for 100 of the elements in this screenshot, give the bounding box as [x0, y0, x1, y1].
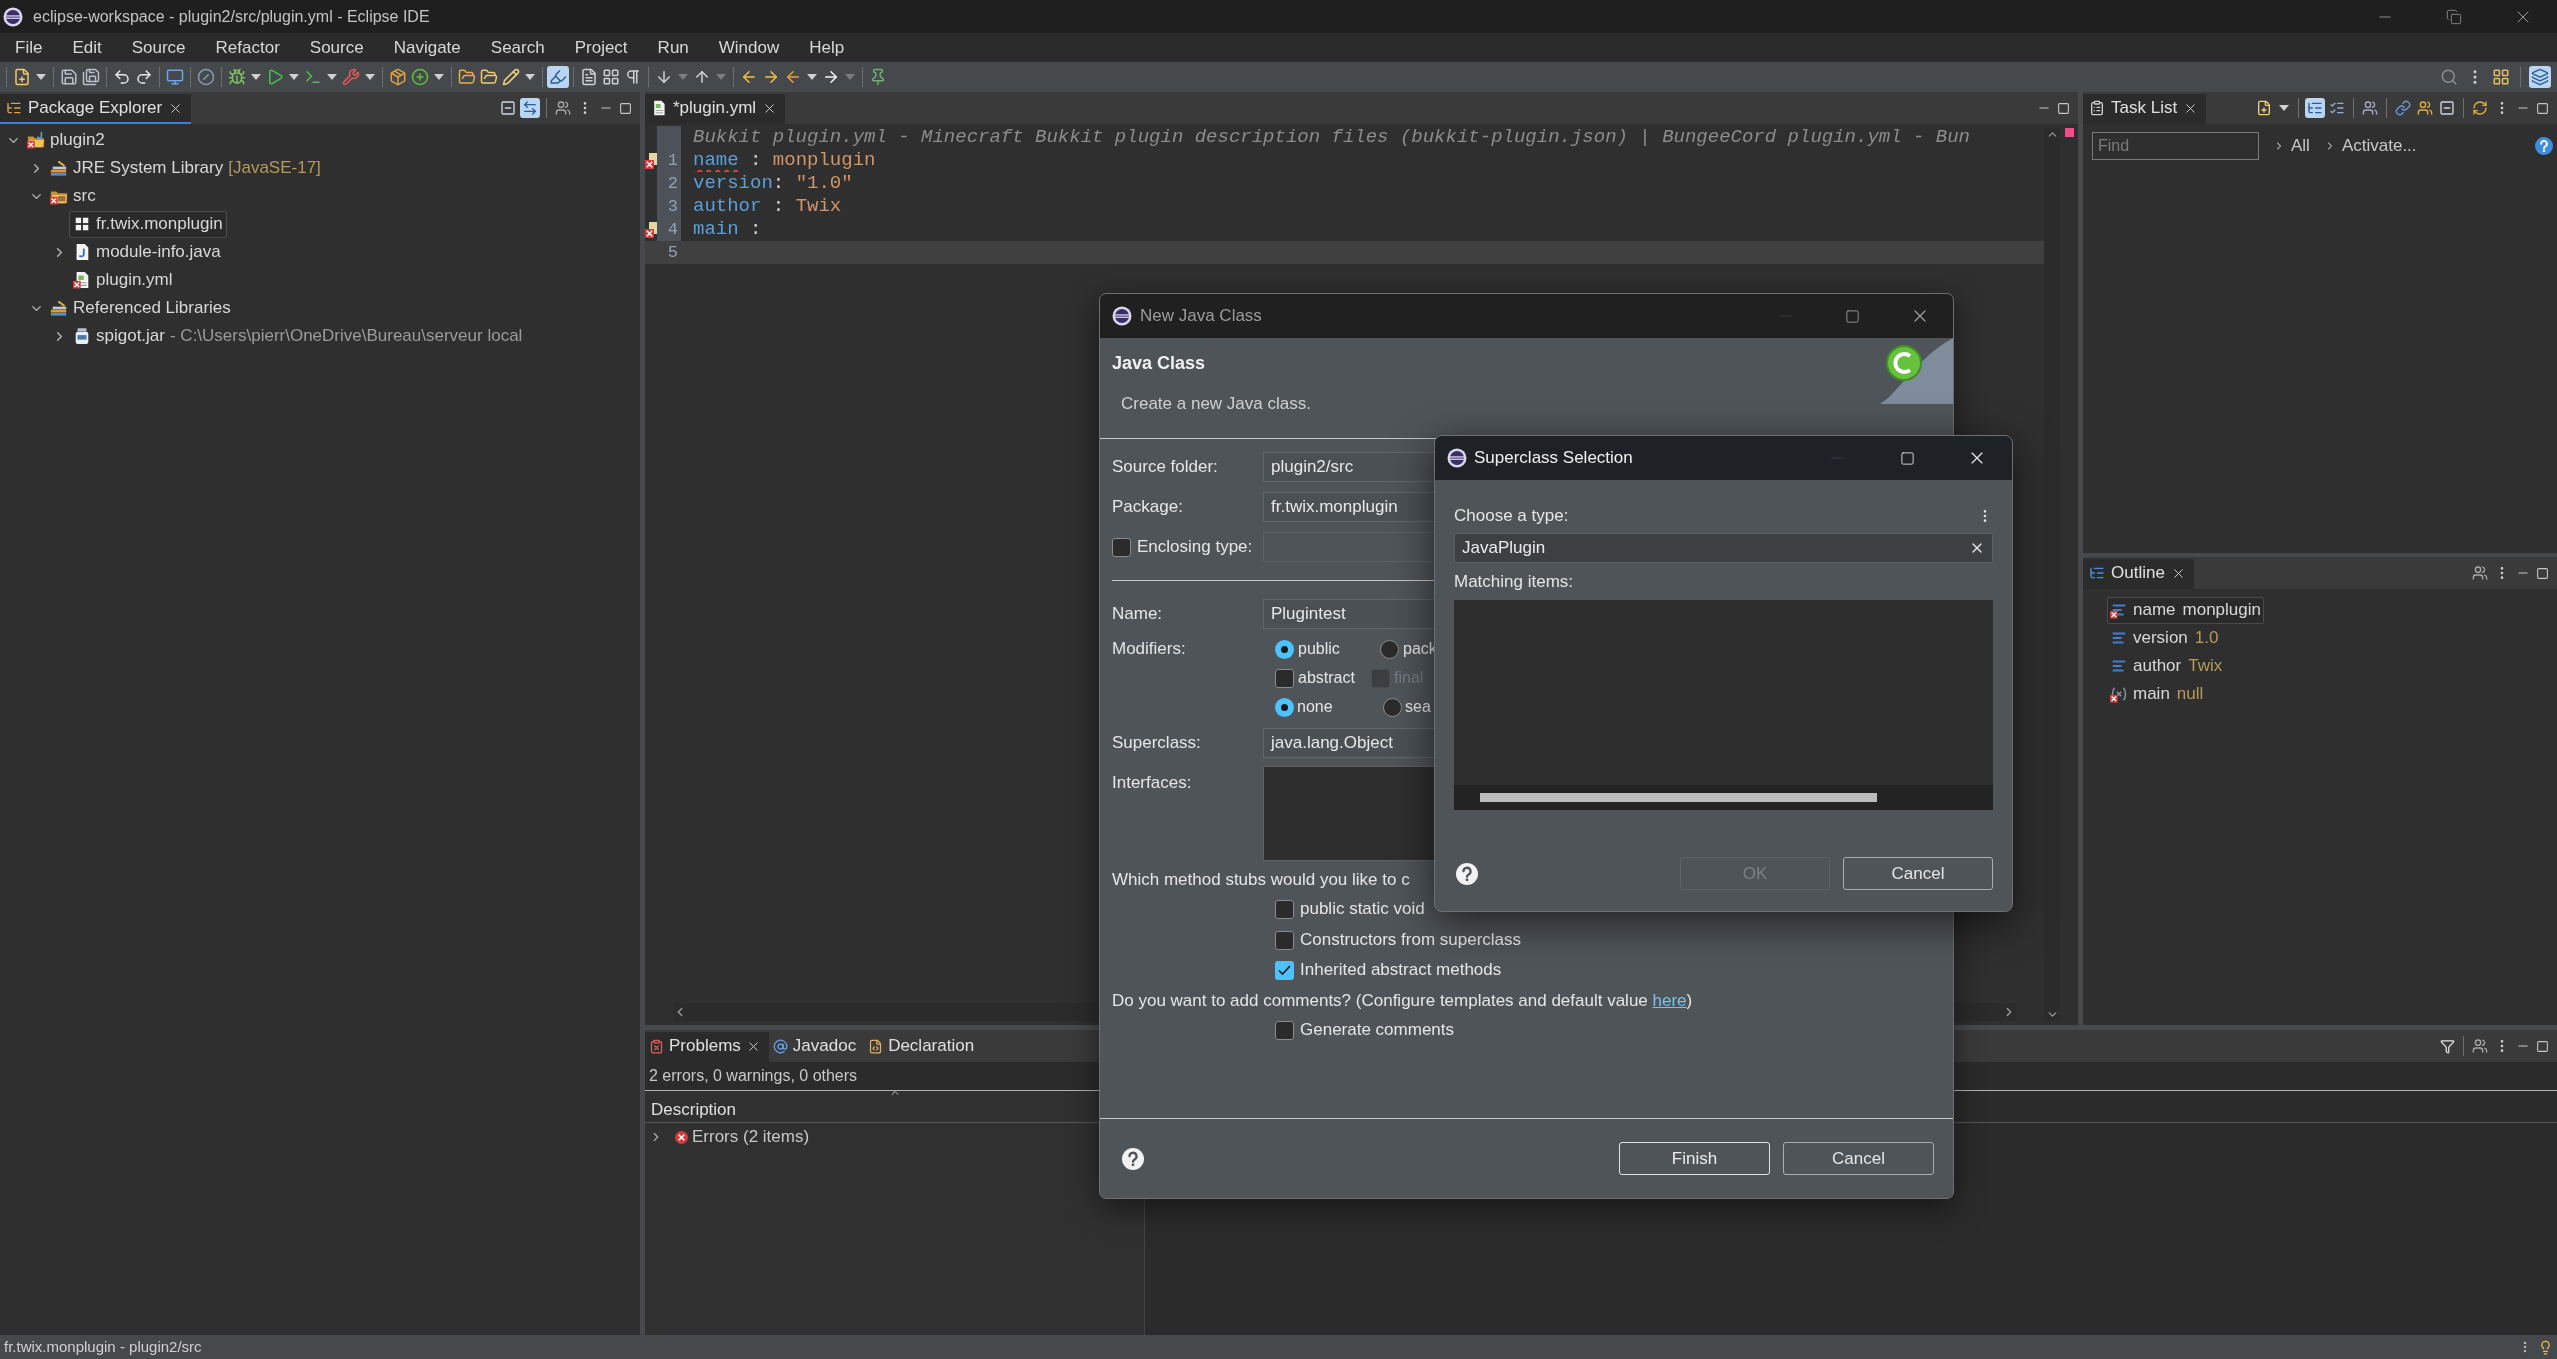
people-icon[interactable]: [2360, 98, 2380, 118]
caret-icon[interactable]: [2279, 105, 2289, 111]
dialog-button[interactable]: Cancel: [1843, 857, 1993, 890]
checkbox-label: Generate comments: [1300, 1019, 1454, 1042]
app-logo-icon: [1447, 448, 1467, 468]
link-icon[interactable]: [2393, 98, 2413, 118]
tree-item[interactable]: JRE System Library [JavaSE-17]: [46, 154, 325, 182]
help-icon[interactable]: [2535, 137, 2553, 155]
menu-item[interactable]: Help: [794, 34, 860, 61]
menu-item[interactable]: Navigate: [378, 34, 476, 61]
checkbox[interactable]: [1275, 899, 1294, 919]
scrollbar[interactable]: [1454, 785, 1993, 810]
panel-tab[interactable]: Problems: [645, 1032, 769, 1062]
caret-icon[interactable]: [36, 74, 46, 80]
field-label: Matching items:: [1454, 571, 1574, 594]
list-tree-icon: [6, 100, 22, 116]
checkbox[interactable]: [1275, 930, 1294, 950]
dialog-button[interactable]: Cancel: [1783, 1142, 1934, 1175]
panel-tab[interactable]: Outline: [2083, 559, 2194, 589]
radio-label: pack: [1403, 639, 1437, 659]
menu-item[interactable]: Source: [116, 34, 201, 61]
line-number: 1: [657, 149, 681, 172]
caret-icon[interactable]: [434, 74, 444, 80]
check-icon: [1278, 964, 1291, 976]
tree-item[interactable]: module-info.java: [69, 238, 225, 266]
at-sign-icon: [772, 1038, 788, 1054]
help-icon[interactable]: [1122, 1147, 1144, 1170]
pencil-icon[interactable]: [500, 66, 522, 88]
caret-icon[interactable]: [251, 74, 261, 80]
filter-link[interactable]: All: [2291, 133, 2310, 159]
filter-link[interactable]: Activate...: [2341, 133, 2417, 159]
arrows-icon[interactable]: [520, 98, 540, 118]
maximize-icon[interactable]: [1845, 308, 1860, 324]
tree-item[interactable]: src: [46, 182, 100, 210]
scrollbar[interactable]: [2044, 128, 2060, 1021]
checkbox-label: abstract: [1298, 668, 1355, 688]
tree-item[interactable]: fr.twix.monplugin: [69, 210, 227, 238]
outline-item[interactable]: name monplugin: [2107, 596, 2264, 624]
checkbox[interactable]: [1275, 1020, 1294, 1040]
outline-item[interactable]: author Twix: [2107, 652, 2226, 680]
checkbox[interactable]: [1112, 537, 1131, 557]
code-line: author : Twix: [693, 194, 842, 220]
layers-icon[interactable]: [2529, 66, 2551, 88]
radio-button[interactable]: [1380, 639, 1399, 659]
people-icon[interactable]: [2415, 98, 2435, 118]
square-minus-icon[interactable]: [498, 98, 518, 118]
menu-item[interactable]: Window: [703, 34, 795, 61]
dialog-button[interactable]: Finish: [1619, 1142, 1770, 1175]
caret-icon[interactable]: [807, 74, 817, 80]
people-icon[interactable]: [553, 98, 573, 118]
circular-arrows-icon[interactable]: [2470, 98, 2490, 118]
list-tree-icon[interactable]: [2305, 98, 2325, 118]
find-field[interactable]: Find: [2092, 132, 2259, 160]
code-line: main :: [693, 217, 762, 243]
save-all-icon[interactable]: [80, 66, 102, 88]
panel-tab[interactable]: *plugin.yml: [645, 94, 786, 124]
menu-item[interactable]: Project: [559, 34, 643, 61]
field-label: Choose a type:: [1454, 505, 1569, 528]
templates-link[interactable]: here: [1652, 991, 1687, 1011]
list-box[interactable]: [1454, 600, 1993, 810]
menu-item[interactable]: File: [0, 34, 58, 61]
radio-button[interactable]: [1383, 697, 1402, 717]
caret-icon[interactable]: [289, 74, 299, 80]
radio-button[interactable]: [1275, 639, 1294, 659]
caret-icon[interactable]: [525, 74, 535, 80]
checkbox[interactable]: [1275, 668, 1294, 688]
square-minus-icon[interactable]: [2437, 98, 2457, 118]
panel-tab[interactable]: Package Explorer: [0, 94, 192, 124]
caret-icon[interactable]: [365, 74, 375, 80]
help-icon[interactable]: [1456, 862, 1478, 885]
panel-tab[interactable]: Task List: [2083, 94, 2207, 124]
radio-label: sea: [1405, 697, 1431, 717]
restore-icon[interactable]: [2445, 8, 2462, 25]
clipboard-x-icon: [649, 1038, 664, 1054]
tree-item[interactable]: plugin.yml: [69, 266, 177, 294]
checkbox[interactable]: [1275, 960, 1294, 980]
dialog-title: Superclass Selection: [1474, 447, 1633, 470]
search-field[interactable]: JavaPlugin: [1454, 533, 1993, 563]
tree-item[interactable]: plugin2: [23, 126, 109, 154]
clear-icon[interactable]: [1969, 540, 1985, 556]
people-icon[interactable]: [2470, 1036, 2490, 1056]
outline-item[interactable]: version 1.0: [2107, 624, 2222, 652]
caret-icon[interactable]: [327, 74, 337, 80]
circle-slash-icon[interactable]: [195, 66, 217, 88]
circle-plus-icon[interactable]: [409, 66, 431, 88]
outline-item[interactable]: main null: [2107, 680, 2207, 708]
tree-item[interactable]: Errors (2 items): [692, 1124, 810, 1150]
menu-item[interactable]: Search: [475, 34, 560, 61]
radio-button[interactable]: [1275, 697, 1294, 717]
lightbulb-icon[interactable]: [2538, 1339, 2553, 1355]
highlighter-icon[interactable]: [547, 66, 569, 88]
menu-item[interactable]: Edit: [57, 34, 117, 61]
tree-item[interactable]: Referenced Libraries: [46, 294, 235, 322]
tree-item[interactable]: spigot.jar - C:\Users\pierr\OneDrive\Bureau\serveur local: [69, 322, 527, 350]
code-line: name : monplugin: [693, 148, 876, 174]
people-icon[interactable]: [2470, 563, 2490, 583]
wrench-icon[interactable]: [340, 66, 362, 88]
menu-item[interactable]: Run: [642, 34, 704, 61]
menu-item[interactable]: Refactor: [200, 34, 295, 61]
menu-item[interactable]: Source: [294, 34, 379, 61]
